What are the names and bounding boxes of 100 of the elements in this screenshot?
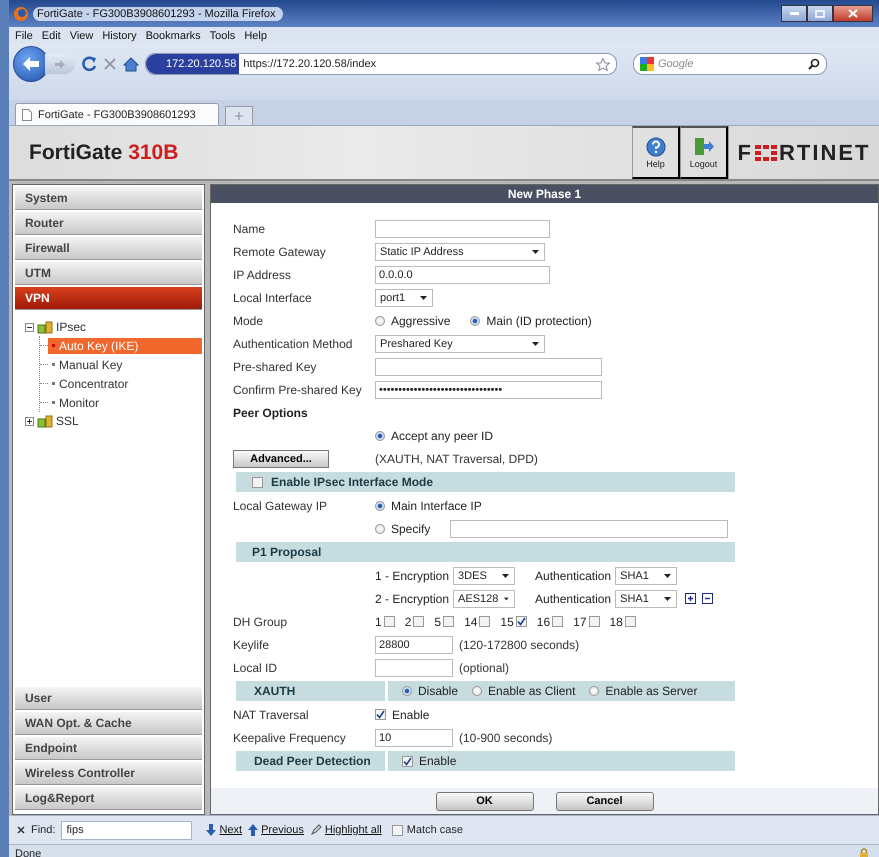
option-label: Enable [419,754,456,768]
menu-item[interactable]: View [70,30,94,42]
checkbox[interactable] [402,756,413,766]
menu-section[interactable]: User [15,687,202,710]
menu-item[interactable]: Help [244,30,267,42]
home-icon[interactable] [123,56,139,72]
menu-section[interactable]: WAN Opt. & Cache [15,712,202,735]
network-icon [37,414,53,428]
group-number: 15 [500,614,514,628]
dialog-button[interactable]: Cancel [556,792,654,810]
hint-text: (optional) [459,660,510,674]
door-arrow-icon [692,136,714,156]
radio-button[interactable] [472,686,482,696]
close-button[interactable] [833,5,873,22]
dropdown[interactable]: SHA1 [615,590,678,608]
menu-section[interactable]: VPN [15,287,202,310]
text-field[interactable] [450,520,728,538]
radio-button[interactable] [589,686,600,696]
add-icon[interactable] [685,593,696,604]
dropdown[interactable]: Preshared Key [375,334,545,352]
checkbox[interactable] [552,616,564,627]
dropdown[interactable]: SHA1 [615,566,678,584]
dialog-button[interactable]: OK [436,792,534,810]
checkbox[interactable] [624,616,636,627]
key-field[interactable]: •••••••••••••••••••••••••••••••• [375,380,602,398]
tree-item[interactable]: Monitor [48,394,202,410]
field-label: Name [233,222,266,236]
search-icon[interactable] [808,58,820,70]
page-icon [22,108,32,120]
caret-icon [664,574,672,578]
menu-section[interactable]: Wireless Controller [15,762,202,785]
find-button[interactable]: Next [206,824,242,836]
arrow-right-icon [55,60,65,68]
option-label: Enable as Server [605,684,698,698]
radio-button[interactable] [375,430,385,440]
text-field[interactable] [375,220,550,238]
caret-icon [420,296,427,300]
minimize-button[interactable] [781,5,807,22]
checkbox[interactable] [516,616,527,627]
text-field[interactable]: 28800 [375,636,453,654]
text-field[interactable]: 10 [375,728,453,746]
remove-icon[interactable] [702,593,714,604]
checkbox[interactable] [413,616,424,627]
find-button[interactable]: Highlight all [310,824,382,836]
text-field[interactable]: 0.0.0.0 [375,266,550,284]
dropdown[interactable]: Static IP Address [375,242,545,260]
menu-section[interactable]: Endpoint [15,737,202,760]
menu-section[interactable]: Log&Report [15,787,202,810]
menu-section[interactable]: System [15,187,202,210]
checkbox[interactable] [392,824,403,836]
tree-item[interactable]: IPsec [56,320,86,334]
close-icon[interactable] [17,826,25,834]
new-tab-button[interactable] [225,106,253,125]
dropdown[interactable]: AES128 [453,590,516,608]
option-label: Disable [418,684,458,698]
checkbox[interactable] [588,616,600,627]
checkbox[interactable] [252,476,263,488]
tree-item[interactable]: Concentrator [48,376,202,392]
key-field[interactable] [375,358,602,376]
checkbox[interactable] [443,616,454,627]
menu-item[interactable]: Tools [210,30,236,42]
search-field[interactable]: Google [633,53,827,75]
text-field[interactable] [375,658,453,676]
reload-icon[interactable] [81,56,97,72]
checkbox[interactable] [384,616,395,627]
radio-button[interactable] [375,524,385,534]
tree-item[interactable]: Manual Key [48,356,202,372]
field-label: Confirm Pre-shared Key [233,382,363,396]
checkbox[interactable] [479,616,490,627]
section-heading: Peer Options [233,406,309,420]
browser-tab[interactable]: FortiGate - FG300B3908601293 [15,103,219,125]
radio-button[interactable] [470,316,480,326]
star-icon[interactable] [596,58,610,70]
menu-item[interactable]: File [15,30,33,42]
site-identity[interactable]: 172.20.120.58 [146,54,240,74]
find-field[interactable]: fips [61,820,192,840]
menu-item[interactable]: Edit [42,30,61,42]
radio-button[interactable] [375,500,385,510]
radio-button[interactable] [375,316,385,326]
find-button[interactable]: Previous [248,824,304,836]
menu-section[interactable]: UTM [15,262,202,285]
address-bar[interactable]: 172.20.120.58 https://172.20.120.58/index [145,53,617,75]
menu-section[interactable]: Firewall [15,237,202,260]
header-button[interactable]: Help [632,126,680,179]
collapse-icon[interactable] [25,322,34,332]
tree-item[interactable]: SSL [56,414,79,428]
menu-item[interactable]: History [102,30,137,42]
expand-icon[interactable] [25,416,34,426]
menu-item[interactable]: Bookmarks [146,30,201,42]
radio-button[interactable] [402,686,412,696]
dropdown[interactable]: 3DES [453,566,516,584]
menu-section[interactable]: Router [15,212,202,235]
header-button[interactable]: Logout [680,126,728,179]
maximize-button[interactable] [807,5,833,22]
field-label: Keepalive Frequency [233,730,347,744]
find-label: Find: [31,824,56,836]
stop-icon[interactable] [103,57,117,71]
checkbox[interactable] [375,709,386,720]
advanced-button[interactable]: Advanced... [233,450,329,468]
dropdown[interactable]: port1 [375,288,433,306]
